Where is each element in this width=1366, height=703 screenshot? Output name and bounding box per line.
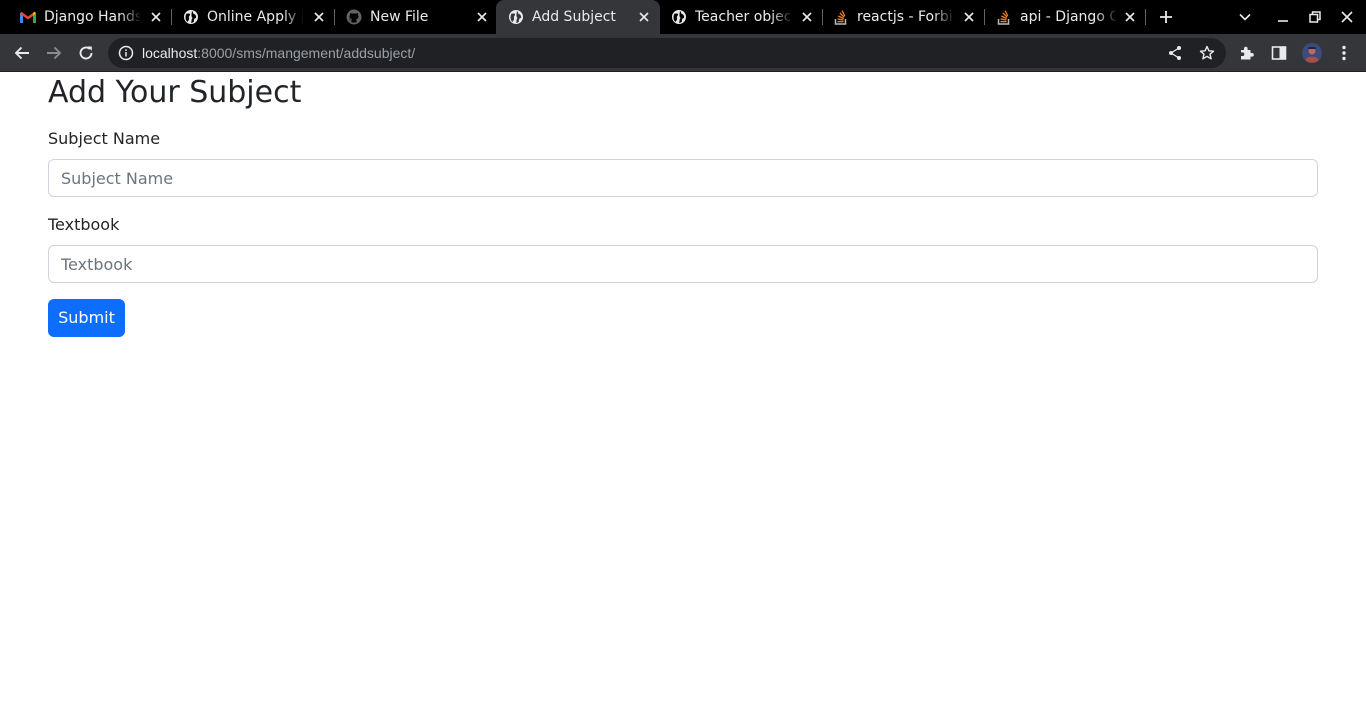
submit-button[interactable]: Submit bbox=[48, 299, 125, 337]
tab-title-fade bbox=[933, 6, 955, 28]
close-icon[interactable] bbox=[1122, 9, 1138, 25]
stackoverflow-icon bbox=[833, 9, 849, 25]
tab-title: New File bbox=[370, 9, 429, 25]
browser-tab[interactable]: Teacher object bbox=[651, 0, 823, 34]
subject-name-label: Subject Name bbox=[48, 129, 161, 148]
forward-arrow-icon[interactable] bbox=[44, 43, 64, 63]
textbook-input[interactable] bbox=[48, 245, 1318, 283]
globe-icon bbox=[183, 9, 199, 25]
browser-tab[interactable]: Online Apply | bbox=[163, 0, 335, 34]
close-icon[interactable] bbox=[311, 9, 327, 25]
info-icon[interactable] bbox=[118, 45, 134, 61]
restore-icon[interactable] bbox=[1307, 9, 1323, 25]
subject-name-input[interactable] bbox=[48, 159, 1318, 197]
github-icon bbox=[346, 9, 362, 25]
page-content: Add Your Subject Subject Name Textbook S… bbox=[0, 73, 1366, 703]
close-window-icon[interactable] bbox=[1339, 9, 1355, 25]
minimize-icon[interactable] bbox=[1275, 9, 1291, 25]
plus-icon[interactable] bbox=[1158, 9, 1174, 25]
close-icon[interactable] bbox=[474, 9, 490, 25]
tab-separator bbox=[1145, 9, 1146, 25]
browser-tab[interactable]: New File bbox=[326, 0, 498, 34]
tab-title-fade bbox=[1096, 6, 1118, 28]
close-icon[interactable] bbox=[961, 9, 977, 25]
menu-kebab-icon[interactable] bbox=[1334, 43, 1354, 63]
globe-icon bbox=[508, 9, 524, 25]
tab-strip: Django Hands Online Apply | New File Add… bbox=[0, 0, 1366, 34]
profile-avatar-icon[interactable] bbox=[1302, 43, 1322, 63]
url-path: :8000/sms/mangement/addsubject/ bbox=[197, 45, 416, 61]
share-icon[interactable] bbox=[1167, 45, 1183, 61]
tab-title-fade bbox=[120, 6, 142, 28]
browser-tab[interactable]: reactjs - Forbid bbox=[813, 0, 985, 34]
back-arrow-icon[interactable] bbox=[12, 43, 32, 63]
tab-title: Add Subject bbox=[532, 9, 616, 25]
browser-tab[interactable]: api - Django CS bbox=[976, 0, 1148, 34]
stackoverflow-icon bbox=[996, 9, 1012, 25]
chevron-down-icon[interactable] bbox=[1237, 9, 1253, 25]
close-icon[interactable] bbox=[148, 9, 164, 25]
browser-toolbar: localhost:8000/sms/mangement/addsubject/ bbox=[0, 34, 1366, 72]
textbook-label: Textbook bbox=[48, 215, 120, 234]
gmail-icon bbox=[20, 9, 36, 25]
url-host: localhost bbox=[142, 45, 198, 61]
browser-tab[interactable]: Django Hands bbox=[0, 0, 172, 34]
tab-title-fade bbox=[283, 6, 305, 28]
extensions-puzzle-icon[interactable] bbox=[1237, 43, 1257, 63]
star-icon[interactable] bbox=[1199, 45, 1215, 61]
close-icon[interactable] bbox=[636, 9, 652, 25]
browser-tab-active[interactable]: Add Subject bbox=[496, 0, 660, 34]
reload-icon[interactable] bbox=[76, 43, 96, 63]
globe-icon bbox=[671, 9, 687, 25]
page-title: Add Your Subject bbox=[48, 75, 302, 110]
address-url[interactable]: localhost:8000/sms/mangement/addsubject/ bbox=[142, 44, 415, 62]
tab-title-fade bbox=[771, 6, 793, 28]
address-bar[interactable]: localhost:8000/sms/mangement/addsubject/ bbox=[108, 38, 1226, 68]
side-panel-icon[interactable] bbox=[1269, 43, 1289, 63]
